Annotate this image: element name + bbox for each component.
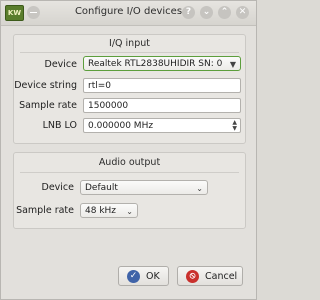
audio-output-title: Audio output xyxy=(98,157,161,168)
audio-sample-rate-value: 48 kHz xyxy=(85,206,117,216)
minimize-button[interactable]: ⌄ xyxy=(200,6,213,19)
lnb-lo-value: 0.000000 MHz xyxy=(88,121,154,131)
checkmark-icon: ✓ xyxy=(127,270,140,283)
cancel-button[interactable]: ⦸ Cancel xyxy=(177,266,243,286)
audio-device-label: Device xyxy=(41,182,75,193)
iq-device-value: Realtek RTL2838UHIDIR SN: 0 xyxy=(88,59,223,69)
maximize-button[interactable]: ⌃ xyxy=(218,6,231,19)
chevron-down-icon: ▼ xyxy=(229,60,236,69)
audio-sample-rate-combo[interactable]: 48 kHz ⌄ xyxy=(80,203,138,218)
dialog-window: KW Configure I/O devices ? ⌄ ⌃ ✕ I/Q inp… xyxy=(0,0,257,300)
cancel-icon: ⦸ xyxy=(186,270,199,283)
audio-device-value: Default xyxy=(85,183,118,193)
help-button[interactable]: ? xyxy=(182,6,195,19)
device-string-label: Device string xyxy=(14,80,77,91)
audio-output-separator xyxy=(20,172,239,173)
iq-sample-rate-input[interactable]: 1500000 xyxy=(83,98,241,113)
chevron-down-icon: ⌄ xyxy=(196,184,203,193)
iq-device-combo[interactable]: Realtek RTL2838UHIDIR SN: 0 ▼ xyxy=(83,56,241,71)
audio-output-group: Audio output Device Default ⌄ Sample rat… xyxy=(13,152,246,229)
ok-button[interactable]: ✓ OK xyxy=(118,266,169,286)
spin-arrows-icon[interactable]: ▲ ▼ xyxy=(232,119,237,132)
title-bar[interactable]: KW Configure I/O devices ? ⌄ ⌃ ✕ xyxy=(1,1,256,26)
lnb-lo-spinbox[interactable]: 0.000000 MHz ▲ ▼ xyxy=(83,118,241,133)
audio-device-combo[interactable]: Default ⌄ xyxy=(80,180,208,195)
iq-device-label: Device xyxy=(44,59,78,70)
iq-input-title: I/Q input xyxy=(109,38,150,49)
ok-label: OK xyxy=(146,271,160,282)
iq-input-separator xyxy=(20,52,239,53)
iq-input-group: I/Q input Device Realtek RTL2838UHIDIR S… xyxy=(13,34,246,144)
cancel-label: Cancel xyxy=(205,271,238,282)
iq-sample-rate-label: Sample rate xyxy=(19,100,77,111)
chevron-down-icon: ⌄ xyxy=(126,207,133,216)
lnb-lo-label: LNB LO xyxy=(42,120,77,131)
audio-sample-rate-label: Sample rate xyxy=(16,205,74,216)
device-string-input[interactable]: rtl=0 xyxy=(83,78,241,93)
close-button[interactable]: ✕ xyxy=(236,6,249,19)
